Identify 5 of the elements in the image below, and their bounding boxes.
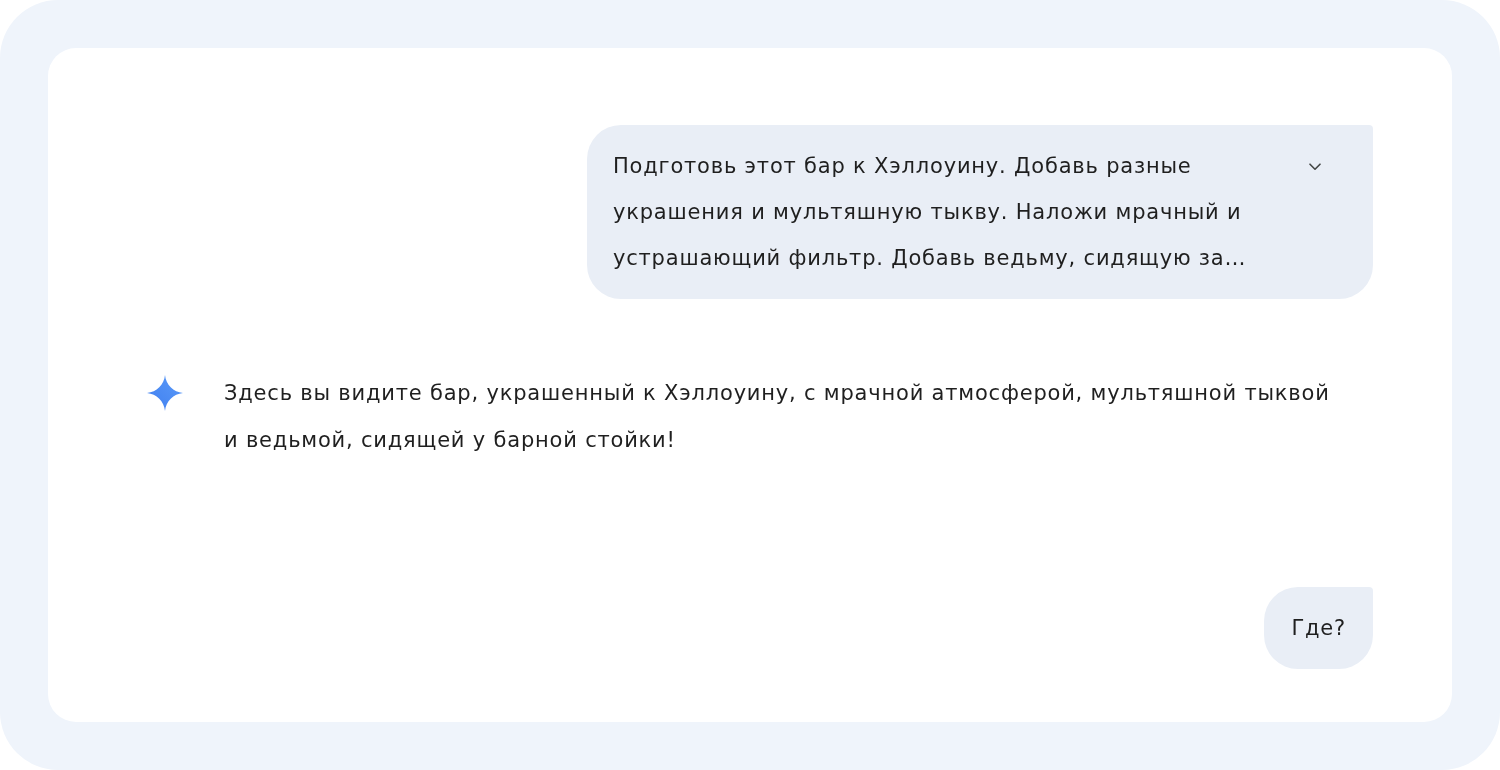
message-text: Где? [1291, 615, 1346, 642]
chevron-down-icon [1309, 163, 1321, 171]
response-text: Здесь вы видите бар, украшенный к Хэллоуину, с мрачной атмосферой, мультяшной тыквой и ведьмой, сидящей у барной стойки! [224, 380, 1331, 454]
message-text: Подготовь этот бар к Хэллоуину. Добавь разные украшения и мультяшную тыкву. Наложи мрачный и устрашающий фильтр. Добавь ведьму, сидящую за… [613, 153, 1248, 272]
sparkle-icon [147, 375, 183, 411]
